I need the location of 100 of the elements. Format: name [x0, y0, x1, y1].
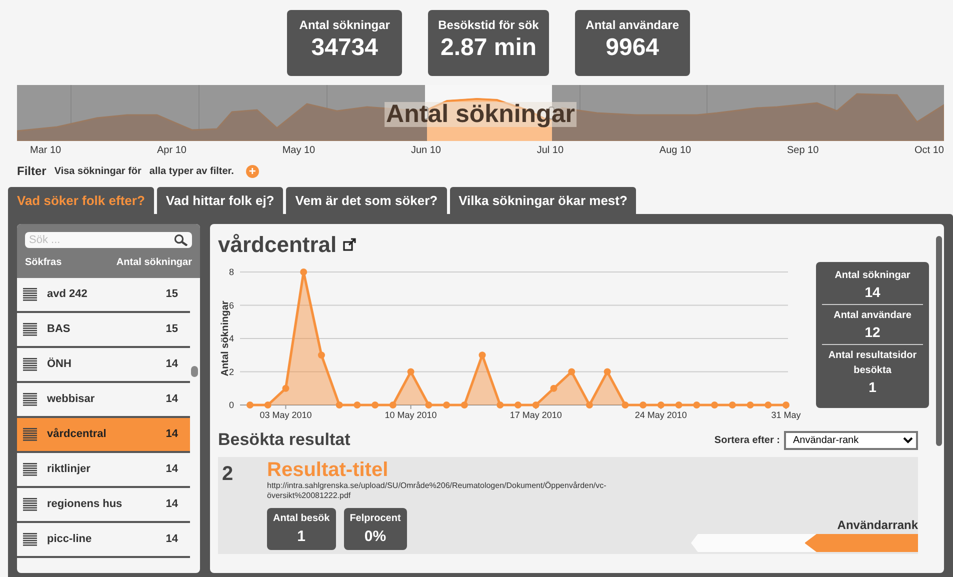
tick-label: 03 May 2010	[260, 410, 312, 420]
tick-label: 31 May	[771, 410, 801, 420]
list-item[interactable]: riktlinjer 14	[17, 453, 190, 488]
list-item[interactable]: regionens hus 14	[17, 488, 190, 523]
data-point	[460, 402, 468, 408]
detail-title: vårdcentral	[218, 230, 337, 258]
metric-label: Felprocent	[350, 513, 401, 524]
stat-label: Antal användare	[584, 17, 680, 34]
list-item[interactable]: picc-line 14	[17, 523, 190, 558]
data-point	[640, 402, 647, 408]
metric-value: 0%	[363, 527, 388, 548]
data-point	[407, 368, 414, 376]
axis-label: Apr 10	[156, 144, 186, 157]
list-icon	[23, 498, 37, 511]
data-point	[622, 402, 629, 408]
data-point	[782, 402, 790, 408]
metric-value: 1	[296, 527, 307, 548]
stat-value: 2.87 min	[439, 34, 538, 63]
data-point	[711, 402, 718, 408]
stat-label: Antal användare	[834, 310, 912, 322]
stat-value: 1	[868, 378, 878, 397]
tick-label: 6	[228, 300, 234, 310]
tick-label: 0	[228, 400, 234, 410]
stat-value: 9964	[604, 34, 660, 63]
result-url: http://intra.sahlgrenska.se/upload/SU/Område%206/Reumatologen/Dokument/Öppenvården/vc-översikt%20081222.pdf	[267, 481, 608, 500]
data-point	[354, 402, 361, 408]
list-icon	[23, 323, 37, 336]
data-point	[746, 402, 754, 408]
axis-label: Jun 10	[410, 144, 441, 157]
range-handle	[422, 106, 428, 120]
data-point	[657, 402, 664, 408]
tab[interactable]: Vilka sökningar ökar mest?	[450, 187, 636, 214]
scrollbar	[191, 366, 198, 377]
list-icon	[23, 358, 37, 371]
data-point	[532, 402, 540, 408]
stat-label: Besökstid för sök	[438, 17, 539, 34]
data-point	[728, 402, 736, 408]
metric-label: Antal besök	[273, 513, 330, 524]
axis-label: Aug 10	[659, 144, 692, 157]
search-icon	[174, 234, 188, 246]
axis-label: Mar 10	[30, 144, 62, 157]
tick-label: 24 May 2010	[634, 410, 687, 420]
axis-label: Jul 10	[536, 144, 564, 157]
data-point	[372, 402, 379, 408]
data-point	[478, 352, 486, 359]
data-point	[389, 402, 396, 408]
axis-label: Oct 10	[914, 144, 944, 157]
tick-label: 2	[228, 366, 234, 377]
data-point	[604, 368, 611, 376]
data-point	[550, 384, 558, 392]
data-point	[300, 268, 308, 276]
stat-value: 12	[864, 323, 882, 342]
stat-label: Antal sökningar	[834, 270, 910, 281]
sort-dropdown[interactable]: Användar-rank	[784, 430, 918, 450]
filter-text: Visa sökningar för	[54, 164, 142, 178]
stat-value: 14	[864, 283, 882, 302]
filter-value[interactable]: alla typer av filter.	[149, 164, 234, 178]
data-point	[496, 402, 504, 408]
sort-label: Sortera efter :	[714, 434, 780, 448]
tick-label: 4	[228, 334, 234, 344]
axis-title: Antal sökningar	[220, 300, 231, 376]
result-rank: 2	[222, 462, 234, 487]
column-header: Antal sökningar	[116, 256, 192, 270]
search-field[interactable]: Sök ...	[25, 232, 192, 248]
list-item[interactable]: ÖNH 14	[17, 348, 190, 383]
range-handle	[548, 106, 554, 120]
data-point	[568, 368, 576, 376]
data-point	[675, 402, 682, 408]
axis-label: May 10	[282, 144, 316, 157]
tick-label: 8	[228, 267, 234, 277]
data-point	[514, 402, 522, 408]
axis-label: Sep 10	[786, 144, 819, 157]
list-icon	[23, 463, 37, 476]
list-item[interactable]: avd 242 15	[17, 278, 190, 313]
data-point	[425, 402, 432, 408]
list-icon	[23, 533, 37, 546]
tab[interactable]: Vem är det som söker?	[286, 187, 447, 214]
stat-value: 34734	[310, 34, 380, 63]
list-icon	[23, 393, 37, 406]
chart-title: Antal sökningar	[384, 102, 577, 127]
data-point	[264, 402, 272, 408]
tick-label: 10 May 2010	[384, 410, 437, 420]
data-point	[336, 402, 343, 408]
filter-label: Filter	[17, 163, 46, 180]
data-point	[318, 352, 325, 359]
data-point	[764, 402, 772, 408]
list-icon	[23, 288, 37, 301]
stat-label: Antal sökningar	[298, 17, 391, 34]
data-point	[586, 402, 593, 408]
list-item[interactable]: BAS 15	[17, 313, 190, 348]
tick-label: 17 May 2010	[510, 410, 562, 420]
list-item[interactable]: vårdcentral 14	[17, 418, 190, 453]
data-point	[693, 402, 700, 408]
external-link-icon	[342, 238, 356, 250]
data-point	[443, 402, 450, 408]
rank-label: Användarrank	[836, 517, 918, 534]
tab[interactable]: Vad hittar folk ej?	[156, 187, 284, 214]
list-icon	[23, 428, 37, 441]
data-point	[246, 402, 254, 408]
section-heading: Besökta resultat	[218, 429, 350, 452]
